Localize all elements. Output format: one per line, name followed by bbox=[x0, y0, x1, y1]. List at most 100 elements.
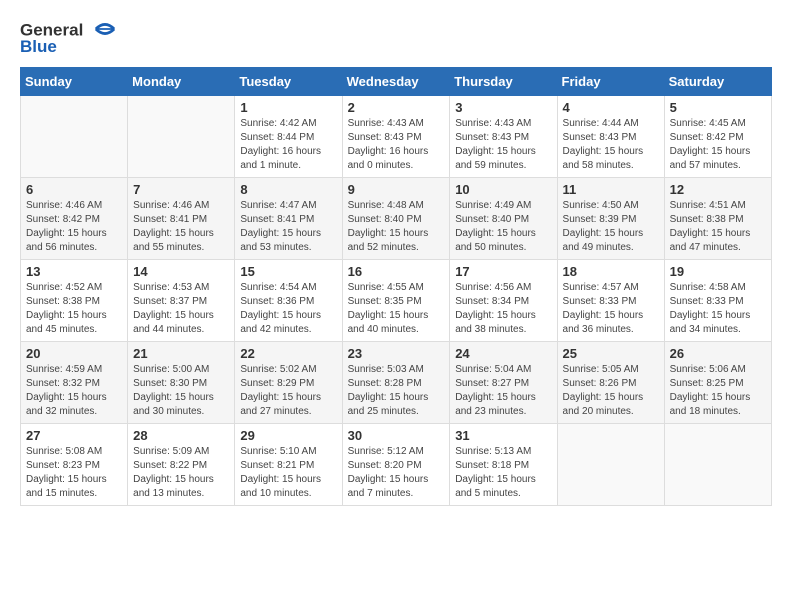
day-of-week-header: Wednesday bbox=[342, 67, 450, 95]
day-number: 30 bbox=[348, 428, 445, 443]
day-number: 12 bbox=[670, 182, 766, 197]
calendar-day-cell: 30 Sunrise: 5:12 AM Sunset: 8:20 PM Dayli… bbox=[342, 423, 450, 505]
day-of-week-header: Monday bbox=[128, 67, 235, 95]
day-info: Sunrise: 5:12 AM Sunset: 8:20 PM Dayligh… bbox=[348, 445, 445, 501]
calendar-day-cell bbox=[128, 95, 235, 177]
calendar-day-cell: 22Sunrise: 5:02 AM Sunset: 8:29 PM Dayli… bbox=[235, 341, 342, 423]
day-number: 9 bbox=[348, 182, 445, 197]
day-number: 19 bbox=[670, 264, 766, 279]
day-info: Sunrise: 5:03 AM Sunset: 8:28 PM Dayligh… bbox=[348, 363, 445, 419]
calendar-day-cell bbox=[21, 95, 128, 177]
calendar-day-cell: 17 Sunrise: 4:56 AM Sunset: 8:34 PM Dayli… bbox=[450, 259, 557, 341]
calendar-day-cell: 15 Sunrise: 4:54 AM Sunset: 8:36 PM Dayli… bbox=[235, 259, 342, 341]
day-info: Sunrise: 4:42 AM Sunset: 8:44 PM Dayligh… bbox=[240, 117, 336, 173]
day-number: 29 bbox=[240, 428, 336, 443]
calendar-table: SundayMondayTuesdayWednesdayThursdayFrid… bbox=[20, 67, 772, 506]
calendar-day-cell: 2 Sunrise: 4:43 AM Sunset: 8:43 PM Daylig… bbox=[342, 95, 450, 177]
day-number: 4 bbox=[563, 100, 659, 115]
day-of-week-header: Friday bbox=[557, 67, 664, 95]
calendar-day-cell: 21 Sunrise: 5:00 AM Sunset: 8:30 PM Dayli… bbox=[128, 341, 235, 423]
day-info: Sunrise: 4:55 AM Sunset: 8:35 PM Dayligh… bbox=[348, 281, 445, 337]
calendar-day-cell: 5 Sunrise: 4:45 AM Sunset: 8:42 PM Daylig… bbox=[664, 95, 771, 177]
day-info: Sunrise: 5:05 AM Sunset: 8:26 PM Dayligh… bbox=[563, 363, 659, 419]
calendar-day-cell: 4 Sunrise: 4:44 AM Sunset: 8:43 PM Daylig… bbox=[557, 95, 664, 177]
calendar-day-cell bbox=[557, 423, 664, 505]
calendar-day-cell: 27 Sunrise: 5:08 AM Sunset: 8:23 PM Dayli… bbox=[21, 423, 128, 505]
day-number: 17 bbox=[455, 264, 551, 279]
calendar-day-cell: 26 Sunrise: 5:06 AM Sunset: 8:25 PM Dayli… bbox=[664, 341, 771, 423]
day-info: Sunrise: 4:50 AM Sunset: 8:39 PM Dayligh… bbox=[563, 199, 659, 255]
day-number: 10 bbox=[455, 182, 551, 197]
calendar-week-row: 1 Sunrise: 4:42 AM Sunset: 8:44 PM Daylig… bbox=[21, 95, 772, 177]
calendar-day-cell: 9 Sunrise: 4:48 AM Sunset: 8:40 PM Daylig… bbox=[342, 177, 450, 259]
day-number: 7 bbox=[133, 182, 229, 197]
calendar-day-cell: 25Sunrise: 5:05 AM Sunset: 8:26 PM Dayli… bbox=[557, 341, 664, 423]
calendar-day-cell: 14 Sunrise: 4:53 AM Sunset: 8:37 PM Dayli… bbox=[128, 259, 235, 341]
day-info: Sunrise: 5:00 AM Sunset: 8:30 PM Dayligh… bbox=[133, 363, 229, 419]
day-number: 14 bbox=[133, 264, 229, 279]
day-number: 31 bbox=[455, 428, 551, 443]
day-number: 27 bbox=[26, 428, 122, 443]
day-info: Sunrise: 5:04 AM Sunset: 8:27 PM Dayligh… bbox=[455, 363, 551, 419]
day-number: 15 bbox=[240, 264, 336, 279]
day-info: Sunrise: 4:43 AM Sunset: 8:43 PM Dayligh… bbox=[455, 117, 551, 173]
page-header: General Blue bbox=[20, 20, 772, 57]
day-info: Sunrise: 4:58 AM Sunset: 8:33 PM Dayligh… bbox=[670, 281, 766, 337]
calendar-day-cell: 16 Sunrise: 4:55 AM Sunset: 8:35 PM Dayli… bbox=[342, 259, 450, 341]
day-of-week-header: Thursday bbox=[450, 67, 557, 95]
day-info: Sunrise: 4:48 AM Sunset: 8:40 PM Dayligh… bbox=[348, 199, 445, 255]
day-number: 2 bbox=[348, 100, 445, 115]
calendar-day-cell: 18Sunrise: 4:57 AM Sunset: 8:33 PM Dayli… bbox=[557, 259, 664, 341]
calendar-day-cell: 10 Sunrise: 4:49 AM Sunset: 8:40 PM Dayli… bbox=[450, 177, 557, 259]
day-info: Sunrise: 4:52 AM Sunset: 8:38 PM Dayligh… bbox=[26, 281, 122, 337]
calendar-day-cell: 19 Sunrise: 4:58 AM Sunset: 8:33 PM Dayli… bbox=[664, 259, 771, 341]
calendar-day-cell: 12 Sunrise: 4:51 AM Sunset: 8:38 PM Dayli… bbox=[664, 177, 771, 259]
day-info: Sunrise: 4:56 AM Sunset: 8:34 PM Dayligh… bbox=[455, 281, 551, 337]
calendar-day-cell: 29 Sunrise: 5:10 AM Sunset: 8:21 PM Dayli… bbox=[235, 423, 342, 505]
day-number: 1 bbox=[240, 100, 336, 115]
day-number: 13 bbox=[26, 264, 122, 279]
day-info: Sunrise: 4:44 AM Sunset: 8:43 PM Dayligh… bbox=[563, 117, 659, 173]
day-info: Sunrise: 5:08 AM Sunset: 8:23 PM Dayligh… bbox=[26, 445, 122, 501]
calendar-day-cell: 13 Sunrise: 4:52 AM Sunset: 8:38 PM Dayli… bbox=[21, 259, 128, 341]
day-number: 3 bbox=[455, 100, 551, 115]
day-info: Sunrise: 4:51 AM Sunset: 8:38 PM Dayligh… bbox=[670, 199, 766, 255]
day-info: Sunrise: 4:57 AM Sunset: 8:33 PM Dayligh… bbox=[563, 281, 659, 337]
day-number: 22 bbox=[240, 346, 336, 361]
day-number: 8 bbox=[240, 182, 336, 197]
day-info: Sunrise: 4:46 AM Sunset: 8:41 PM Dayligh… bbox=[133, 199, 229, 255]
day-of-week-header: Sunday bbox=[21, 67, 128, 95]
day-of-week-header: Saturday bbox=[664, 67, 771, 95]
day-number: 20 bbox=[26, 346, 122, 361]
calendar-day-cell: 1 Sunrise: 4:42 AM Sunset: 8:44 PM Daylig… bbox=[235, 95, 342, 177]
day-info: Sunrise: 4:59 AM Sunset: 8:32 PM Dayligh… bbox=[26, 363, 122, 419]
calendar-day-cell: 31 Sunrise: 5:13 AM Sunset: 8:18 PM Dayli… bbox=[450, 423, 557, 505]
day-number: 23 bbox=[348, 346, 445, 361]
calendar-day-cell: 6 Sunrise: 4:46 AM Sunset: 8:42 PM Daylig… bbox=[21, 177, 128, 259]
day-number: 21 bbox=[133, 346, 229, 361]
day-info: Sunrise: 4:46 AM Sunset: 8:42 PM Dayligh… bbox=[26, 199, 122, 255]
calendar-day-cell: 3 Sunrise: 4:43 AM Sunset: 8:43 PM Daylig… bbox=[450, 95, 557, 177]
day-number: 26 bbox=[670, 346, 766, 361]
day-info: Sunrise: 4:53 AM Sunset: 8:37 PM Dayligh… bbox=[133, 281, 229, 337]
calendar-week-row: 6 Sunrise: 4:46 AM Sunset: 8:42 PM Daylig… bbox=[21, 177, 772, 259]
day-info: Sunrise: 4:49 AM Sunset: 8:40 PM Dayligh… bbox=[455, 199, 551, 255]
day-info: Sunrise: 4:54 AM Sunset: 8:36 PM Dayligh… bbox=[240, 281, 336, 337]
calendar-week-row: 13 Sunrise: 4:52 AM Sunset: 8:38 PM Dayli… bbox=[21, 259, 772, 341]
day-of-week-header: Tuesday bbox=[235, 67, 342, 95]
calendar-day-cell: 8 Sunrise: 4:47 AM Sunset: 8:41 PM Daylig… bbox=[235, 177, 342, 259]
day-number: 5 bbox=[670, 100, 766, 115]
day-number: 6 bbox=[26, 182, 122, 197]
day-info: Sunrise: 4:43 AM Sunset: 8:43 PM Dayligh… bbox=[348, 117, 445, 173]
day-info: Sunrise: 4:45 AM Sunset: 8:42 PM Dayligh… bbox=[670, 117, 766, 173]
day-info: Sunrise: 5:10 AM Sunset: 8:21 PM Dayligh… bbox=[240, 445, 336, 501]
calendar-day-cell: 20 Sunrise: 4:59 AM Sunset: 8:32 PM Dayli… bbox=[21, 341, 128, 423]
calendar-day-cell: 7 Sunrise: 4:46 AM Sunset: 8:41 PM Daylig… bbox=[128, 177, 235, 259]
day-number: 11 bbox=[563, 182, 659, 197]
day-info: Sunrise: 4:47 AM Sunset: 8:41 PM Dayligh… bbox=[240, 199, 336, 255]
day-info: Sunrise: 5:06 AM Sunset: 8:25 PM Dayligh… bbox=[670, 363, 766, 419]
day-number: 16 bbox=[348, 264, 445, 279]
calendar-week-row: 20 Sunrise: 4:59 AM Sunset: 8:32 PM Dayli… bbox=[21, 341, 772, 423]
calendar-header-row: SundayMondayTuesdayWednesdayThursdayFrid… bbox=[21, 67, 772, 95]
day-info: Sunrise: 5:13 AM Sunset: 8:18 PM Dayligh… bbox=[455, 445, 551, 501]
